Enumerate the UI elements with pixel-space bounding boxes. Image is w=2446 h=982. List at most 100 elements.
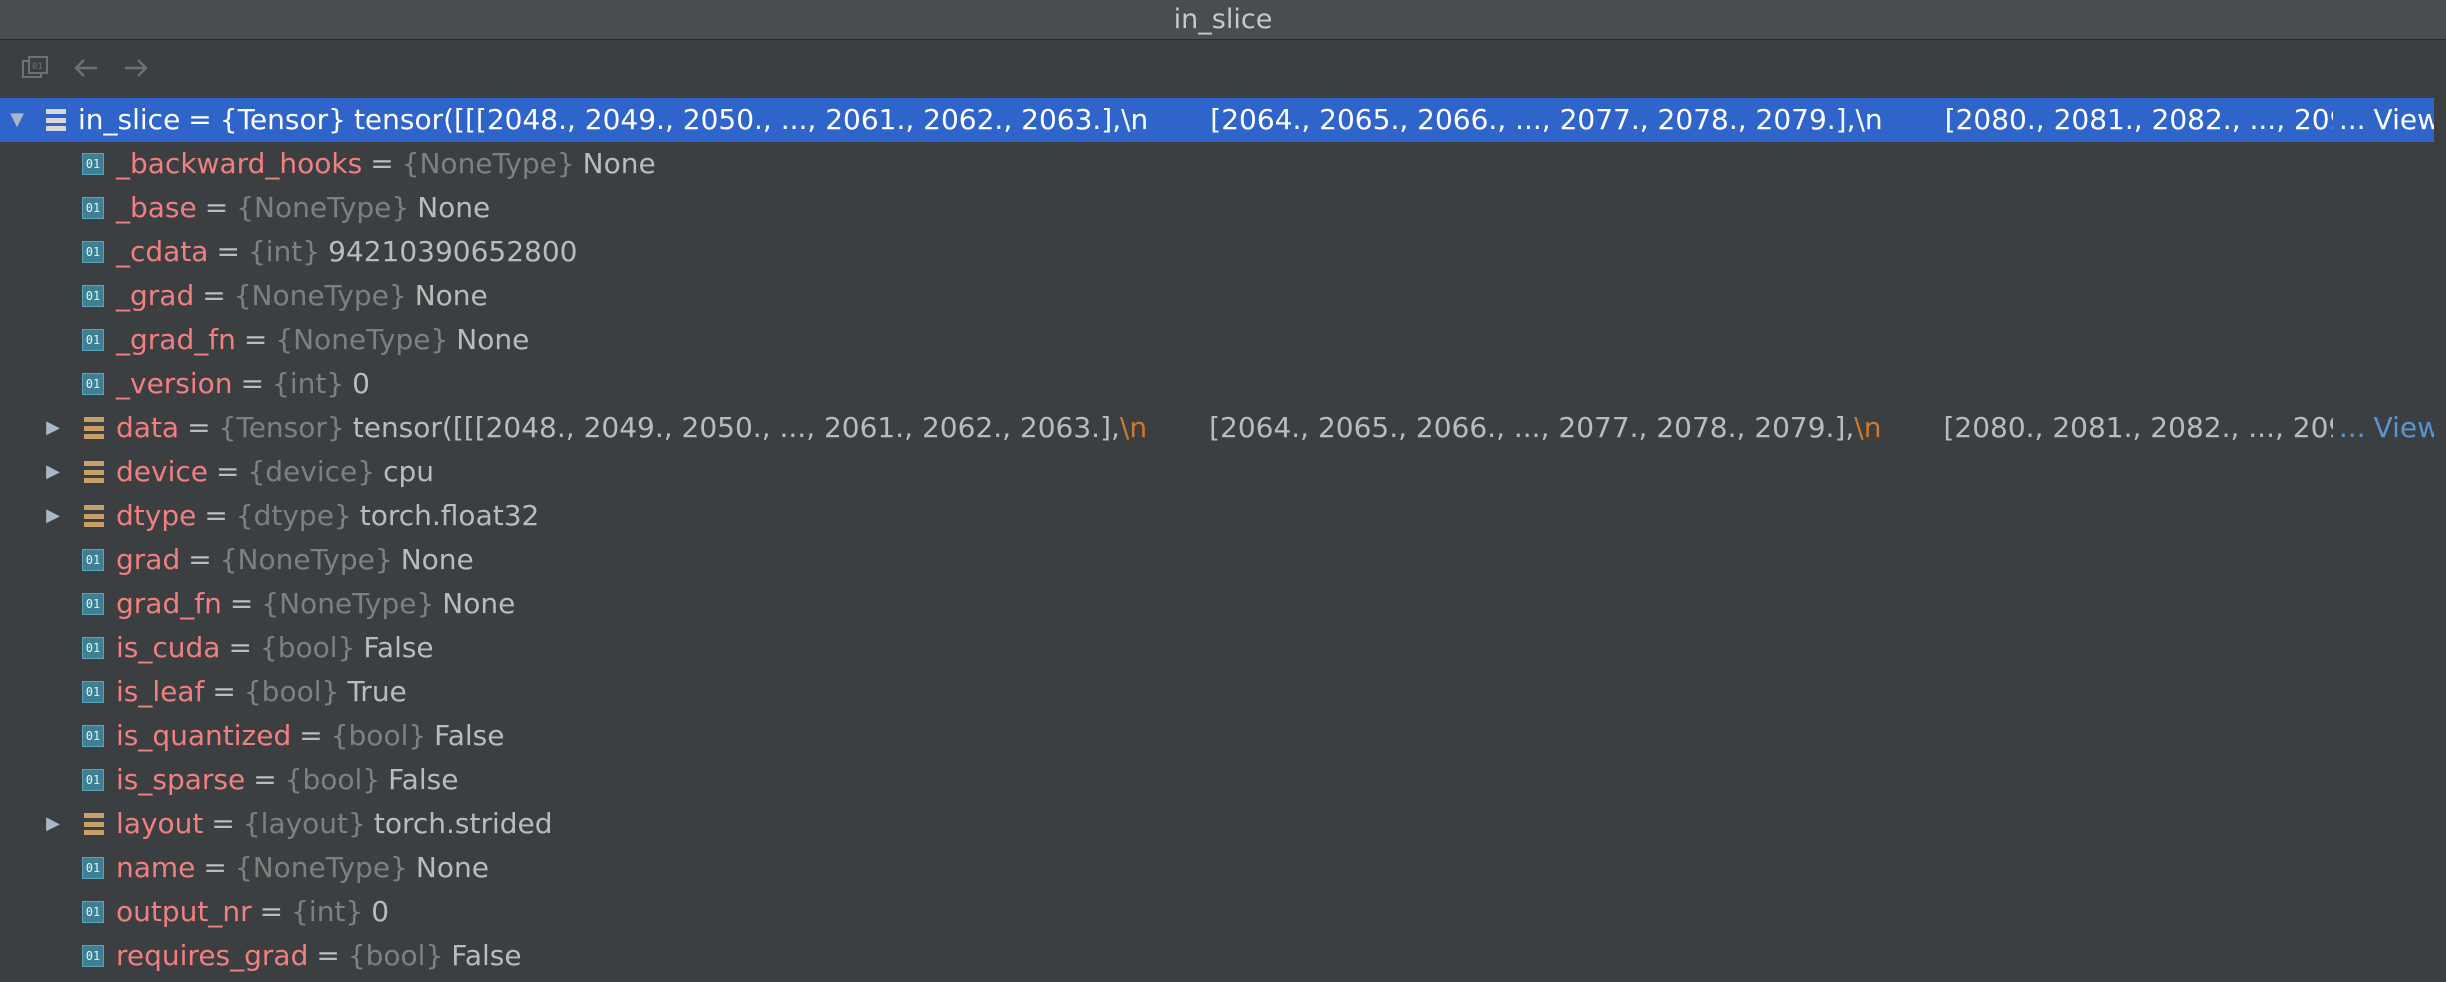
view-link[interactable]: ... View [2332, 406, 2446, 450]
escape-newline: \n [1121, 103, 1149, 136]
field-icon: 01 [82, 626, 104, 670]
view-button[interactable]: View [2374, 98, 2440, 142]
field-icon: 01 [82, 142, 104, 186]
svg-text:01: 01 [32, 62, 43, 72]
field-icon: 01 [82, 274, 104, 318]
forward-button[interactable] [114, 46, 158, 90]
tree-row-is-leaf[interactable]: 01 is_leaf = {bool} True [0, 670, 2446, 714]
object-icon [84, 450, 104, 494]
tree-row-is-quantized[interactable]: 01 is_quantized = {bool} False [0, 714, 2446, 758]
variable-type: {bool} [284, 763, 381, 796]
tree-row-cdata[interactable]: 01 _cdata = {int} 94210390652800 [0, 230, 2446, 274]
field-icon: 01 [82, 186, 104, 230]
field-icon: 01 [82, 934, 104, 978]
variable-value: None [442, 587, 516, 620]
tree-row-device[interactable]: ▶ device = {device} cpu [0, 450, 2446, 494]
variable-type: {NoneType} [261, 587, 435, 620]
variable-value: torch.strided [373, 807, 553, 840]
window-title: in_slice [1173, 4, 1273, 35]
variables-tree: ▼ in_slice = {Tensor} tensor([[[2048., 2… [0, 98, 2446, 982]
tree-row-layout[interactable]: ▶ layout = {layout} torch.strided [0, 802, 2446, 846]
truncation-ellipsis: ... [2338, 411, 2366, 444]
tree-row-in-slice[interactable]: ▼ in_slice = {Tensor} tensor([[[2048., 2… [0, 98, 2446, 142]
variable-type: {int} [291, 895, 364, 928]
object-icon [84, 494, 104, 538]
variable-name: layout [116, 807, 204, 840]
expand-arrow-icon[interactable]: ▶ [38, 450, 68, 494]
tree-row-is-cuda[interactable]: 01 is_cuda = {bool} False [0, 626, 2446, 670]
variable-name: grad [116, 543, 181, 576]
variable-value: None [400, 543, 474, 576]
children-list: 01 _backward_hooks = {NoneType} None 01 … [0, 142, 2446, 978]
variable-value: cpu [383, 455, 434, 488]
tree-row-grad[interactable]: 01 grad = {NoneType} None [0, 538, 2446, 582]
object-icon [84, 802, 104, 846]
expand-arrow-icon[interactable]: ▶ [38, 802, 68, 846]
field-icon: 01 [82, 846, 104, 890]
field-icon: 01 [82, 890, 104, 934]
tree-row-grad-fn[interactable]: 01 grad_fn = {NoneType} None [0, 582, 2446, 626]
variable-value: False [451, 939, 522, 972]
tree-row-name[interactable]: 01 name = {NoneType} None [0, 846, 2446, 890]
object-icon [46, 98, 66, 142]
escape-newline: \n [1119, 411, 1148, 444]
title-bar: in_slice [0, 0, 2446, 40]
field-icon: 01 [82, 714, 104, 758]
field-icon: 01 [82, 582, 104, 626]
variable-type: {NoneType} [234, 851, 408, 884]
tree-row-data[interactable]: ▶ data = {Tensor} tensor([[[2048., 2049.… [0, 406, 2446, 450]
tree-row-requires-grad[interactable]: 01 requires_grad = {bool} False [0, 934, 2446, 978]
variable-name: is_quantized [116, 719, 292, 752]
variable-value: 94210390652800 [328, 235, 578, 268]
variable-value-row2: [2064., 2065., 2066., ..., 2077., 2078.,… [1209, 411, 1855, 444]
variable-value: torch.float32 [359, 499, 540, 532]
variable-value: False [434, 719, 505, 752]
back-arrow-icon [74, 59, 97, 77]
forward-arrow-icon [125, 59, 148, 77]
variable-value: None [456, 323, 530, 356]
variable-type: {Tensor} [218, 411, 345, 444]
variable-name: _backward_hooks [116, 147, 363, 180]
variable-type: {device} [247, 455, 376, 488]
variable-name: output_nr [116, 895, 252, 928]
variable-value: None [414, 279, 488, 312]
vertical-scrollbar[interactable] [2434, 98, 2446, 982]
variable-type: {int} [247, 235, 321, 268]
variable-name: is_leaf [116, 675, 205, 708]
variable-type: {NoneType} [401, 147, 575, 180]
variable-name: _grad [116, 279, 195, 312]
tree-row-grad[interactable]: 01 _grad = {NoneType} None [0, 274, 2446, 318]
tree-row-is-sparse[interactable]: 01 is_sparse = {bool} False [0, 758, 2446, 802]
tree-row-output-nr[interactable]: 01 output_nr = {int} 0 [0, 890, 2446, 934]
variable-value: False [388, 763, 459, 796]
back-button[interactable] [64, 46, 108, 90]
escape-newline: \n [1855, 103, 1883, 136]
variable-value: 0 [371, 895, 390, 928]
variable-type: {Tensor} [219, 103, 346, 136]
variable-value: False [363, 631, 434, 664]
variable-type: {NoneType} [236, 191, 410, 224]
variable-name: requires_grad [116, 939, 309, 972]
variable-name: _base [116, 191, 197, 224]
variable-name: dtype [116, 499, 197, 532]
tree-row-dtype[interactable]: ▶ dtype = {dtype} torch.float32 [0, 494, 2446, 538]
tree-row-version[interactable]: 01 _version = {int} 0 [0, 362, 2446, 406]
variable-name: is_cuda [116, 631, 221, 664]
variable-type: {NoneType} [275, 323, 449, 356]
variable-value: True [347, 675, 407, 708]
variable-name: _grad_fn [116, 323, 236, 356]
variables-group-button[interactable]: 01 [14, 46, 58, 90]
view-link[interactable]: ... View [2332, 98, 2446, 142]
tree-row-backward-hooks[interactable]: 01 _backward_hooks = {NoneType} None [0, 142, 2446, 186]
variable-value: tensor([[[2048., 2049., 2050., ..., 2061… [353, 103, 1122, 136]
expand-arrow-icon[interactable]: ▶ [38, 494, 68, 538]
view-button[interactable]: View [2374, 406, 2440, 450]
debugger-variables-window: in_slice 01 ▼ in_slice = {Tensor} tensor… [0, 0, 2446, 982]
collapse-arrow-icon[interactable]: ▼ [2, 98, 32, 142]
expand-arrow-icon[interactable]: ▶ [38, 406, 68, 450]
variable-type: {NoneType} [219, 543, 393, 576]
tree-row-grad-fn[interactable]: 01 _grad_fn = {NoneType} None [0, 318, 2446, 362]
tree-row-base[interactable]: 01 _base = {NoneType} None [0, 186, 2446, 230]
variable-value: None [415, 851, 489, 884]
variable-name: grad_fn [116, 587, 222, 620]
